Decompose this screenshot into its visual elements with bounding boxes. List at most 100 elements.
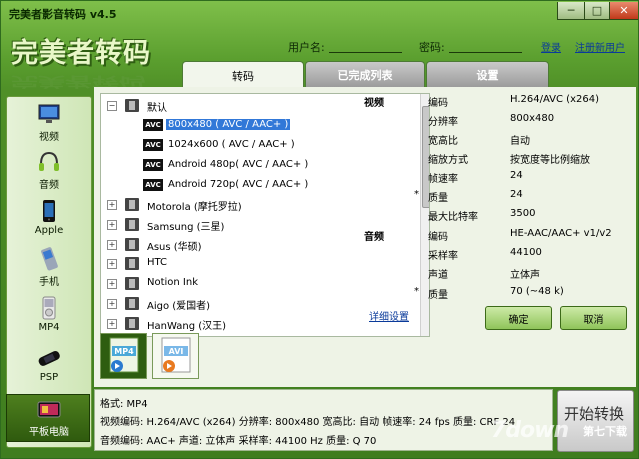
film-icon	[125, 218, 139, 231]
property-value[interactable]: H.264/AVC (x264)	[510, 94, 599, 105]
start-convert-label: 开始转换	[564, 405, 625, 423]
property-value[interactable]: 24	[510, 189, 523, 200]
cancel-button[interactable]: 取消	[560, 306, 627, 330]
transcode-panel: − 默认 AVC 800x480 ( AVC / AAC+ ) AVC 1024…	[94, 87, 636, 387]
start-convert-button[interactable]: 开始转换	[557, 390, 634, 452]
property-value[interactable]: 800x480	[510, 113, 554, 124]
sidebar-item-label: 视频	[39, 132, 59, 143]
sidebar-item-video[interactable]: 视频	[7, 100, 91, 146]
expand-icon[interactable]: +	[107, 319, 117, 329]
collapse-icon[interactable]: −	[107, 101, 117, 111]
film-icon	[125, 238, 139, 251]
property-row: * 质量 24	[364, 186, 629, 205]
summary-video: 视频编码: H.264/AVC (x264) 分辨率: 800x480 宽高比:…	[100, 417, 516, 428]
property-row: * 质量 70 (~48 k)	[364, 283, 629, 302]
minimize-button[interactable]: ─	[557, 2, 585, 20]
tree-label: 默认	[147, 103, 167, 114]
property-row: 视频 编码 H.264/AVC (x264)	[364, 91, 629, 110]
expand-icon[interactable]: +	[107, 279, 117, 289]
ok-button[interactable]: 确定	[485, 306, 552, 330]
title-bar[interactable]: 完美者影音转码 v4.5 ─ □ ✕	[1, 1, 638, 25]
watermark-caption: 第七下载	[583, 425, 627, 438]
window-title: 完美者影音转码 v4.5	[9, 8, 117, 21]
property-value[interactable]: 自动	[510, 132, 530, 147]
property-row: 音频 编码 HE-AAC/AAC+ v1/v2	[364, 225, 629, 244]
tree-label: Notion Ink	[147, 277, 199, 288]
video-section-label: 视频	[364, 98, 384, 109]
property-key: 分辨率	[428, 117, 458, 128]
avi-file-icon: AVI	[161, 337, 191, 373]
property-key: 声道	[428, 270, 448, 281]
film-icon	[125, 99, 139, 112]
property-value[interactable]: HE-AAC/AAC+ v1/v2	[510, 228, 612, 239]
property-value[interactable]: 70 (~48 k)	[510, 286, 564, 297]
sidebar-item-tablet[interactable]: 平板电脑	[6, 394, 90, 442]
tab-transcode[interactable]: 转码	[182, 61, 304, 89]
tab-completed-list[interactable]: 已完成列表	[305, 61, 425, 88]
close-button[interactable]: ✕	[609, 2, 638, 20]
property-row: 最大比特率 3500	[364, 205, 629, 224]
property-row: 宽高比 自动	[364, 129, 629, 148]
property-key: 编码	[428, 98, 448, 109]
tree-label: 1024x600 ( AVC / AAC+ )	[168, 139, 295, 150]
audio-section-label: 音频	[364, 232, 384, 243]
register-link[interactable]: 注册新用户	[575, 39, 625, 54]
property-value[interactable]: 按宽度等比例缩放	[510, 151, 590, 166]
film-icon	[125, 257, 139, 270]
property-key: 帧速率	[428, 174, 458, 185]
tree-label: HanWang (汉王)	[147, 321, 227, 332]
property-key: 质量	[428, 193, 448, 204]
iphone-icon	[43, 200, 55, 222]
film-icon	[125, 198, 139, 211]
tree-label: 800x480 ( AVC / AAC+ )	[166, 119, 291, 130]
format-mp4-label: MP4	[114, 347, 134, 356]
psp-icon	[38, 351, 60, 366]
device-sidebar: 视频 音频 Apple 手机 MP4 PSP 平板电脑	[6, 96, 92, 448]
login-link[interactable]: 登录	[541, 39, 561, 54]
property-value[interactable]: 3500	[510, 208, 535, 219]
sidebar-item-audio[interactable]: 音频	[7, 148, 91, 194]
phone-icon	[41, 247, 58, 271]
username-field[interactable]	[329, 52, 402, 53]
property-value[interactable]: 立体声	[510, 266, 540, 281]
format-avi-button[interactable]: AVI	[152, 333, 199, 379]
expand-icon[interactable]: +	[107, 259, 117, 269]
tree-label: Aigo (爱国者)	[147, 301, 211, 312]
summary-format: 格式: MP4	[100, 399, 148, 410]
property-row: 帧速率 24	[364, 167, 629, 186]
expand-icon[interactable]: +	[107, 299, 117, 309]
sidebar-item-psp[interactable]: PSP	[7, 344, 91, 390]
property-value[interactable]: 24	[510, 170, 523, 181]
advanced-settings-link[interactable]: 详细设置	[369, 308, 409, 323]
property-key: 宽高比	[428, 136, 458, 147]
film-icon	[125, 277, 139, 290]
maximize-button[interactable]: □	[584, 2, 610, 20]
sidebar-item-phone[interactable]: 手机	[7, 245, 91, 291]
property-key: 质量	[428, 290, 448, 301]
expand-icon[interactable]: +	[107, 200, 117, 210]
password-field[interactable]	[449, 52, 522, 53]
expand-icon[interactable]: +	[107, 240, 117, 250]
app-window: 完美者影音转码 v4.5 ─ □ ✕ 完美者转码 完美者转码 用户名: 密码: …	[0, 0, 639, 459]
format-mp4-button[interactable]: MP4	[100, 333, 147, 379]
property-row: 采样率 44100	[364, 244, 629, 263]
expand-icon[interactable]: +	[107, 220, 117, 230]
sidebar-item-mp4[interactable]: MP4	[7, 294, 91, 340]
required-star: *	[414, 286, 419, 297]
sidebar-item-label: 音频	[39, 180, 59, 191]
app-logo: 完美者转码	[11, 38, 151, 69]
summary-audio: 音频编码: AAC+ 声道: 立体声 采样率: 44100 Hz 质量: Q 7…	[100, 436, 377, 447]
sidebar-item-apple[interactable]: Apple	[7, 197, 91, 243]
username-label: 用户名:	[288, 41, 325, 54]
required-star: *	[414, 189, 419, 200]
tab-settings[interactable]: 设置	[426, 61, 549, 88]
property-value[interactable]: 44100	[510, 247, 542, 258]
avc-badge-icon: AVC	[143, 159, 163, 171]
summary-panel: 格式: MP4 视频编码: H.264/AVC (x264) 分辨率: 800x…	[94, 389, 553, 451]
avc-badge-icon: AVC	[143, 119, 163, 131]
property-row: 声道 立体声	[364, 263, 629, 282]
film-icon	[125, 297, 139, 310]
property-key: 采样率	[428, 251, 458, 262]
tree-label: Android 480p( AVC / AAC+ )	[168, 159, 309, 170]
property-key: 缩放方式	[428, 155, 468, 166]
